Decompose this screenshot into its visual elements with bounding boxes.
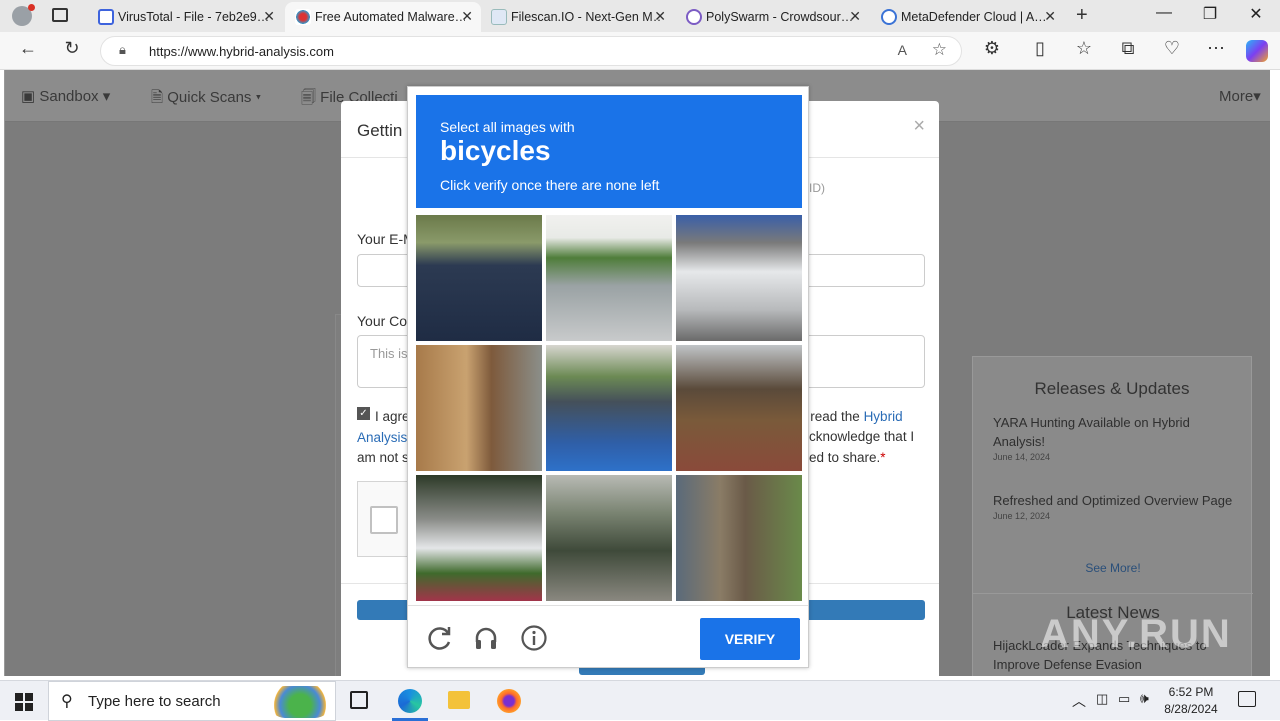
settings-more-icon[interactable]: ⋯: [1202, 38, 1230, 64]
minimize-icon[interactable]: —: [1144, 4, 1184, 22]
read-aloud-icon[interactable]: A: [898, 42, 907, 58]
captcha-tile[interactable]: [546, 475, 672, 601]
hybrid-link[interactable]: Hybrid: [864, 409, 903, 424]
volume-icon[interactable]: 🕪︎: [1140, 690, 1149, 707]
taskbar-search[interactable]: ⚲ Type here to search: [48, 681, 336, 721]
windows-taskbar: ⚲ Type here to search ︿ ◫ ▭ 🕪︎ 6:52 PM 8…: [0, 680, 1280, 721]
audio-challenge-icon[interactable]: [472, 624, 500, 652]
search-placeholder: Type here to search: [88, 693, 221, 710]
modal-title: Gettin: [357, 121, 403, 140]
captcha-tile[interactable]: [676, 345, 802, 471]
url-text: https://www.hybrid-analysis.com: [149, 44, 334, 59]
nav-quick-scans[interactable]: 🗎︎ Quick Scans ▾: [151, 87, 261, 112]
notification-dot-icon: [28, 4, 35, 11]
address-toolbar: ← ↻ 🔒︎ https://www.hybrid-analysis.com A…: [0, 32, 1280, 70]
nav-sandbox[interactable]: ▣ Sandbox ▾: [21, 87, 110, 105]
browser-essentials-icon[interactable]: ♡: [1158, 38, 1186, 64]
release-item[interactable]: YARA Hunting Available on Hybrid Analysi…: [993, 413, 1233, 463]
filescan-icon: [491, 9, 507, 25]
tab-virustotal[interactable]: VirusTotal - File - 7eb2e9… ✕: [88, 2, 283, 32]
search-highlights-icon: [269, 686, 331, 718]
captcha-target: bicycles: [440, 135, 551, 166]
analysis-link[interactable]: Analysis: [357, 430, 407, 445]
captcha-tile[interactable]: [676, 215, 802, 341]
tab-label: PolySwarm - Crowdsour…: [706, 10, 854, 24]
polyswarm-icon: [686, 9, 702, 25]
edge-icon[interactable]: [398, 689, 422, 713]
network-icon[interactable]: ▭: [1118, 691, 1130, 707]
nav-more[interactable]: More▾: [1219, 87, 1261, 105]
lock-icon: 🔒︎: [119, 42, 126, 57]
see-more-link[interactable]: See More!: [973, 561, 1253, 575]
tab-polyswarm[interactable]: PolySwarm - Crowdsour… ✕: [676, 2, 869, 32]
task-view-icon[interactable]: [350, 691, 368, 709]
captcha-tile[interactable]: [416, 475, 542, 601]
tab-label: Filescan.IO - Next-Gen M…: [511, 10, 661, 24]
virustotal-icon: [98, 9, 114, 25]
file-explorer-icon[interactable]: [448, 691, 470, 709]
close-icon[interactable]: ✕: [263, 8, 275, 25]
url-bar[interactable]: 🔒︎ https://www.hybrid-analysis.com A ☆: [100, 36, 962, 66]
firefox-icon[interactable]: [497, 689, 521, 713]
favorites-icon[interactable]: ☆: [1070, 38, 1098, 64]
captcha-footer: VERIFY: [408, 605, 808, 667]
hybrid-analysis-icon: [295, 9, 311, 25]
collections-icon[interactable]: ⧉: [1114, 38, 1142, 64]
copilot-icon[interactable]: [1246, 40, 1268, 62]
close-icon[interactable]: ✕: [461, 8, 473, 25]
captcha-subinstruction: Click verify once there are none left: [440, 177, 660, 193]
verify-button[interactable]: VERIFY: [700, 618, 800, 660]
clock-time: 6:52 PM: [1168, 685, 1214, 699]
tab-filescan[interactable]: Filescan.IO - Next-Gen M… ✕: [481, 2, 674, 32]
captcha-grid: [416, 215, 802, 601]
back-icon[interactable]: ←: [14, 38, 42, 64]
captcha-tile[interactable]: [416, 345, 542, 471]
release-date: June 12, 2024: [993, 511, 1051, 521]
captcha-tile[interactable]: [676, 475, 802, 601]
close-icon[interactable]: ✕: [654, 8, 666, 25]
extensions-icon[interactable]: ⚙: [978, 38, 1006, 64]
security-icon[interactable]: ◫: [1096, 691, 1108, 707]
refresh-icon[interactable]: ↻: [58, 38, 86, 64]
comment-label: Your Co: [357, 313, 408, 329]
split-screen-icon[interactable]: ▯: [1026, 38, 1054, 64]
close-icon[interactable]: ✕: [849, 8, 861, 25]
windows-start-icon[interactable]: [15, 693, 33, 711]
captcha-challenge: Select all images with bicycles Click ve…: [407, 86, 809, 668]
info-icon[interactable]: [520, 624, 548, 652]
captcha-instruction: Select all images with: [440, 119, 575, 135]
close-icon[interactable]: ×: [913, 115, 925, 138]
captcha-header: Select all images with bicycles Click ve…: [416, 95, 802, 208]
search-icon: ⚲: [61, 693, 73, 710]
comment-placeholder: This is: [370, 346, 408, 361]
release-date: June 14, 2024: [993, 452, 1051, 462]
captcha-tile[interactable]: [416, 215, 542, 341]
close-icon[interactable]: ✕: [1044, 8, 1056, 25]
favorite-star-icon[interactable]: ☆: [932, 40, 947, 60]
clock-date: 8/28/2024: [1164, 702, 1218, 716]
tab-actions-icon[interactable]: [52, 8, 68, 22]
notification-icon[interactable]: [1238, 691, 1256, 707]
tab-label: Free Automated Malware…: [315, 10, 465, 24]
tab-metadefender[interactable]: MetaDefender Cloud | A… ✕: [871, 2, 1064, 32]
tab-strip: VirusTotal - File - 7eb2e9… ✕ Free Autom…: [0, 0, 1280, 32]
new-tab-icon[interactable]: +: [1076, 4, 1088, 27]
chevron-up-icon[interactable]: ︿: [1072, 691, 1086, 711]
releases-title: Releases & Updates: [1034, 379, 1190, 398]
id-hint: ID): [809, 181, 825, 195]
loading-icon: [881, 9, 897, 25]
anyrun-watermark: ANY.RUN: [1040, 612, 1232, 656]
system-clock[interactable]: 6:52 PM 8/28/2024: [1160, 684, 1222, 718]
tab-label: VirusTotal - File - 7eb2e9…: [118, 10, 268, 24]
release-item[interactable]: Refreshed and Optimized Overview Page Ju…: [993, 491, 1233, 522]
recaptcha-checkbox[interactable]: [370, 506, 398, 534]
tab-label: MetaDefender Cloud | A…: [901, 10, 1047, 24]
reload-icon[interactable]: [426, 624, 454, 652]
captcha-tile[interactable]: [546, 215, 672, 341]
window-close-icon[interactable]: ✕: [1236, 4, 1276, 24]
tab-hybrid-analysis[interactable]: Free Automated Malware… ✕: [285, 2, 481, 32]
captcha-tile[interactable]: [546, 345, 672, 471]
restore-icon[interactable]: ❐: [1190, 4, 1230, 24]
